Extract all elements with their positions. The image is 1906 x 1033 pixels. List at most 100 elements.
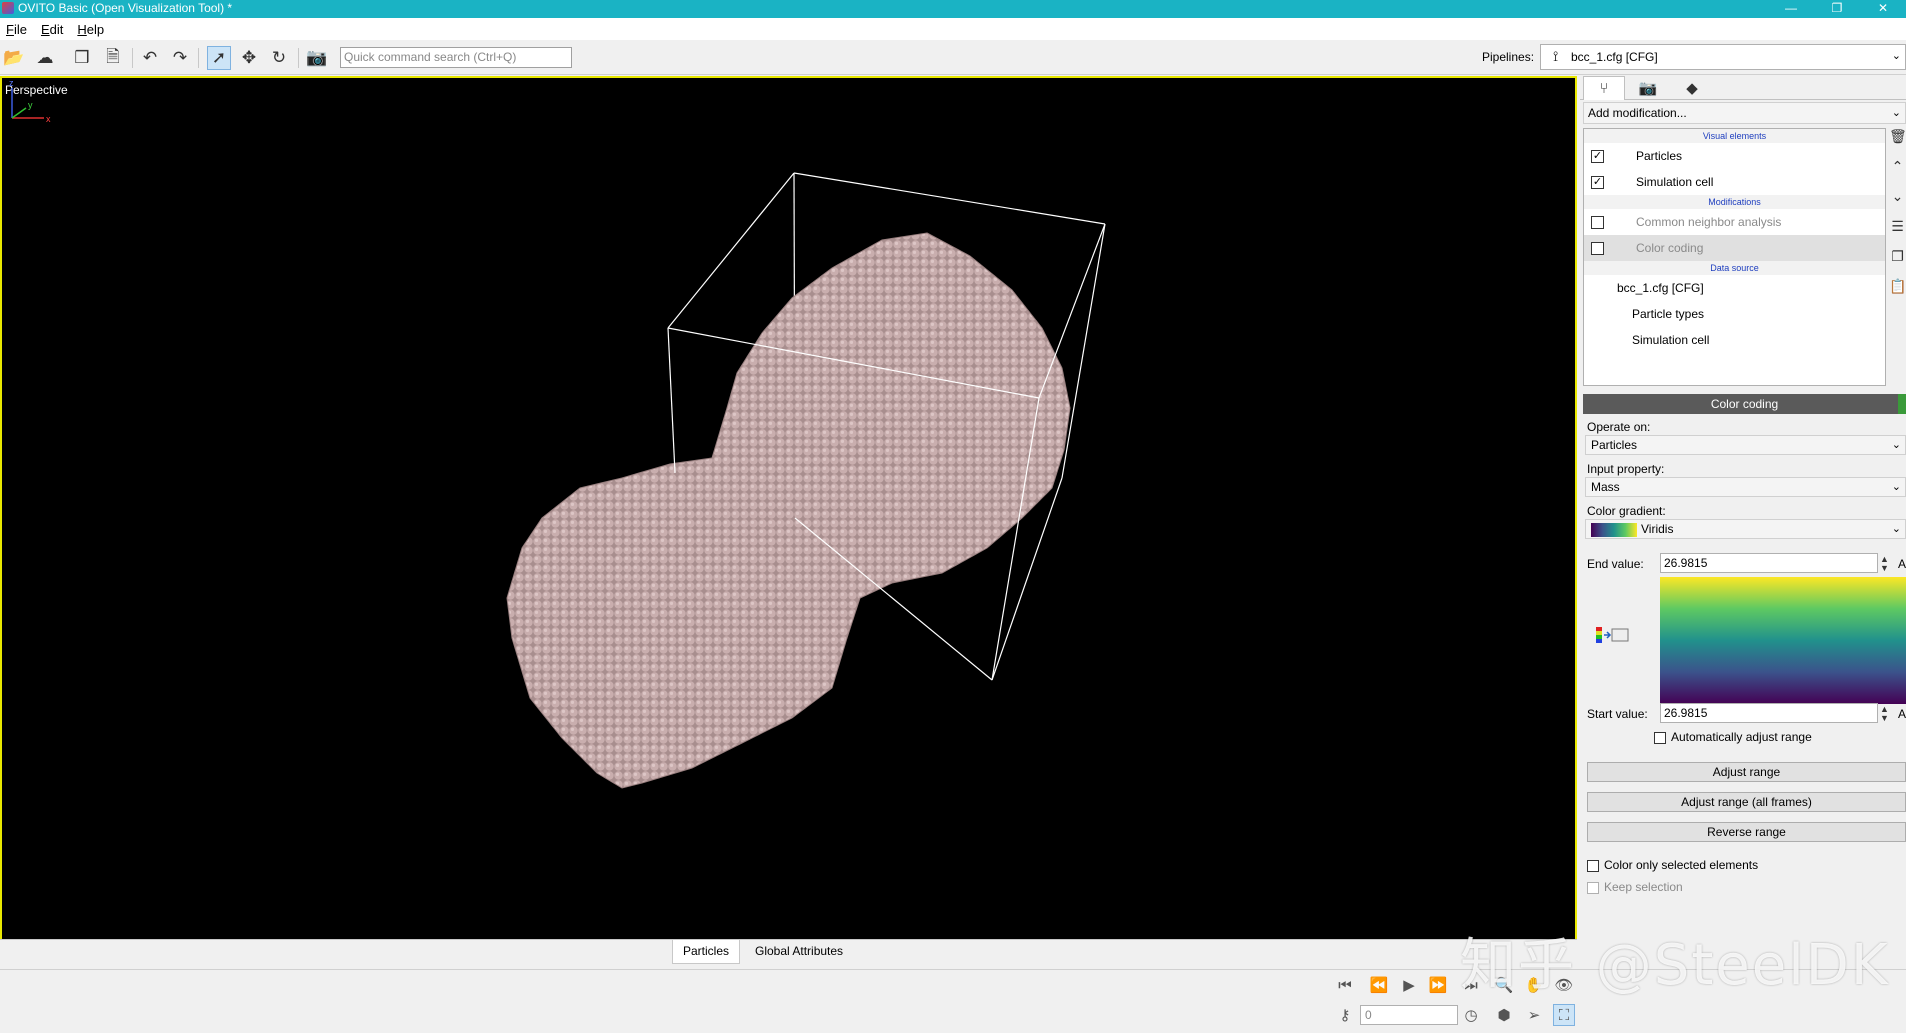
adjust-range-button[interactable]: Adjust range bbox=[1587, 762, 1906, 782]
load-remote-icon[interactable]: ☁ bbox=[33, 46, 57, 70]
start-value-input[interactable]: 26.9815 bbox=[1660, 703, 1878, 723]
operate-on-dropdown[interactable]: Particles ⌄ bbox=[1585, 435, 1906, 455]
open-file-icon[interactable]: 📂 bbox=[2, 46, 26, 70]
section-visual-elements: Visual elements bbox=[1584, 129, 1885, 143]
window-title: OVITO Basic (Open Visualization Tool) * bbox=[18, 1, 233, 15]
zoom-scene-extents-icon[interactable]: ⬢ bbox=[1493, 1004, 1515, 1026]
list-item-color-coding[interactable]: Color coding bbox=[1584, 235, 1885, 261]
list-item-data-file[interactable]: bcc_1.cfg [CFG] bbox=[1584, 275, 1885, 301]
checkbox-unchecked[interactable] bbox=[1591, 216, 1604, 229]
checkbox-checked[interactable]: ✓ bbox=[1591, 150, 1604, 163]
add-modification-dropdown[interactable]: Add modification... ⌄ bbox=[1583, 102, 1906, 124]
ovito-app-icon bbox=[2, 2, 14, 14]
color-map-export-icon[interactable] bbox=[1594, 625, 1630, 645]
end-value-animate-label[interactable]: A bbox=[1898, 557, 1906, 571]
keep-selection-checkbox[interactable]: Keep selection bbox=[1587, 880, 1683, 896]
pipeline-editor-list: Visual elements ✓ Particles ✓ Simulation… bbox=[1583, 128, 1886, 386]
play-icon[interactable]: ▶ bbox=[1398, 974, 1420, 996]
maximize-viewport-icon[interactable]: ⛶ bbox=[1553, 1004, 1575, 1026]
animation-settings-clock-icon[interactable]: ◷ bbox=[1460, 1004, 1482, 1026]
toolbar-divider bbox=[298, 48, 299, 68]
checkbox-unchecked[interactable] bbox=[1587, 859, 1599, 872]
list-item-particle-types[interactable]: Particle types bbox=[1584, 301, 1885, 327]
save-session-icon[interactable]: 🗎 bbox=[101, 46, 125, 70]
pipeline-icon: ⟟ bbox=[1553, 48, 1559, 64]
checkbox-unchecked[interactable] bbox=[1591, 242, 1604, 255]
menu-edit[interactable]: Edit bbox=[41, 22, 63, 37]
delete-icon[interactable]: 🗑 bbox=[1889, 128, 1906, 158]
color-only-selected-checkbox[interactable]: Color only selected elements bbox=[1587, 858, 1758, 874]
chevron-down-icon: ⌄ bbox=[1891, 107, 1901, 119]
move-up-icon[interactable]: ⌃ bbox=[1889, 158, 1906, 188]
list-item-common-neighbor-analysis[interactable]: Common neighbor analysis bbox=[1584, 209, 1885, 235]
axis-tripod: z y x bbox=[9, 78, 51, 124]
previous-frame-icon[interactable]: ⏪ bbox=[1368, 974, 1390, 996]
scene-render bbox=[506, 172, 1106, 789]
jump-to-start-icon[interactable]: ⏮ bbox=[1334, 974, 1356, 996]
end-value-input[interactable]: 26.9815 bbox=[1660, 553, 1878, 573]
color-gradient-preview bbox=[1660, 577, 1906, 704]
end-value-label: End value: bbox=[1587, 557, 1644, 571]
3d-viewport[interactable]: Perspective z y x bbox=[0, 76, 1577, 939]
move-mode-icon[interactable]: ✥ bbox=[237, 46, 261, 70]
next-frame-icon[interactable]: ⏩ bbox=[1427, 974, 1449, 996]
checkbox-unchecked[interactable] bbox=[1587, 881, 1599, 894]
rotate-mode-icon[interactable]: ↻ bbox=[267, 46, 291, 70]
auto-key-icon[interactable]: ⚷ bbox=[1334, 1004, 1356, 1026]
auto-adjust-range-checkbox[interactable]: Automatically adjust range bbox=[1654, 730, 1812, 746]
section-data-source: Data source bbox=[1584, 261, 1885, 275]
watermark-text: 知乎 @SteelDK bbox=[1460, 933, 1890, 998]
list-item-simulation-cell[interactable]: Simulation cell bbox=[1584, 327, 1885, 353]
move-down-icon[interactable]: ⌄ bbox=[1889, 188, 1906, 218]
color-coding-panel-header: Color coding bbox=[1583, 394, 1906, 414]
quick-command-search-input[interactable]: Quick command search (Ctrl+Q) bbox=[340, 47, 572, 68]
fov-icon[interactable]: ➢ bbox=[1523, 1004, 1545, 1026]
group-icon[interactable]: ☰ bbox=[1889, 218, 1906, 248]
chevron-down-icon: ⌄ bbox=[1891, 481, 1901, 493]
checkbox-checked[interactable]: ✓ bbox=[1591, 176, 1604, 189]
particle-cluster bbox=[506, 232, 1071, 789]
toolbar-divider bbox=[198, 48, 199, 68]
selection-mode-icon[interactable]: ➚ bbox=[207, 46, 231, 70]
input-property-label: Input property: bbox=[1587, 462, 1665, 476]
undo-icon[interactable]: ↶ bbox=[138, 46, 162, 70]
svg-text:y: y bbox=[28, 100, 33, 110]
copy-icon[interactable]: ❐ bbox=[1889, 248, 1906, 278]
checkbox-unchecked[interactable] bbox=[1654, 731, 1666, 744]
toolbar-divider bbox=[132, 48, 133, 68]
adjust-range-all-frames-button[interactable]: Adjust range (all frames) bbox=[1587, 792, 1906, 812]
frame-spinner-input[interactable]: 0 bbox=[1360, 1005, 1458, 1025]
minimize-button[interactable]: — bbox=[1768, 0, 1814, 18]
pipelines-label: Pipelines: bbox=[1482, 50, 1535, 64]
list-item-particles-visual[interactable]: ✓ Particles bbox=[1584, 143, 1885, 169]
tab-particles[interactable]: Particles bbox=[672, 940, 741, 964]
restore-button[interactable]: ❐ bbox=[1814, 0, 1860, 18]
section-modifications: Modifications bbox=[1584, 195, 1885, 209]
redo-icon[interactable]: ↷ bbox=[168, 46, 192, 70]
close-button[interactable]: ✕ bbox=[1860, 0, 1906, 18]
open-session-icon[interactable]: ❒ bbox=[70, 46, 94, 70]
menu-bar: File Edit Help bbox=[0, 18, 1906, 40]
list-item-simulation-cell-visual[interactable]: ✓ Simulation cell bbox=[1584, 169, 1885, 195]
pipeline-tab-icon[interactable]: ⑂ bbox=[1583, 76, 1625, 100]
camera-render-icon[interactable]: 📷 bbox=[305, 46, 329, 70]
tab-global-attributes[interactable]: Global Attributes bbox=[745, 940, 853, 964]
menu-file[interactable]: File bbox=[6, 22, 27, 37]
clipboard-icon[interactable]: 📋 bbox=[1889, 278, 1906, 308]
chevron-down-icon: ⌄ bbox=[1891, 523, 1901, 535]
svg-text:x: x bbox=[46, 114, 51, 124]
start-value-animate-label[interactable]: A bbox=[1898, 707, 1906, 721]
data-inspector-tabs: Particles Global Attributes bbox=[0, 939, 1577, 969]
render-tab-icon[interactable]: 📷 bbox=[1627, 76, 1669, 100]
menu-help[interactable]: Help bbox=[77, 22, 104, 37]
color-gradient-dropdown[interactable]: Viridis ⌄ bbox=[1585, 519, 1906, 539]
chevron-down-icon: ⌄ bbox=[1891, 439, 1901, 451]
input-property-dropdown[interactable]: Mass ⌄ bbox=[1585, 477, 1906, 497]
start-value-label: Start value: bbox=[1587, 707, 1648, 721]
start-value-spinner[interactable]: ▲ ▼ bbox=[1880, 705, 1892, 723]
end-value-spinner[interactable]: ▲ ▼ bbox=[1880, 555, 1892, 573]
pipeline-selector[interactable]: ⟟ bcc_1.cfg [CFG] ⌄ bbox=[1540, 44, 1906, 70]
reverse-range-button[interactable]: Reverse range bbox=[1587, 822, 1906, 842]
operate-on-label: Operate on: bbox=[1587, 420, 1651, 434]
overlays-tab-icon[interactable]: ◆ bbox=[1671, 76, 1713, 100]
